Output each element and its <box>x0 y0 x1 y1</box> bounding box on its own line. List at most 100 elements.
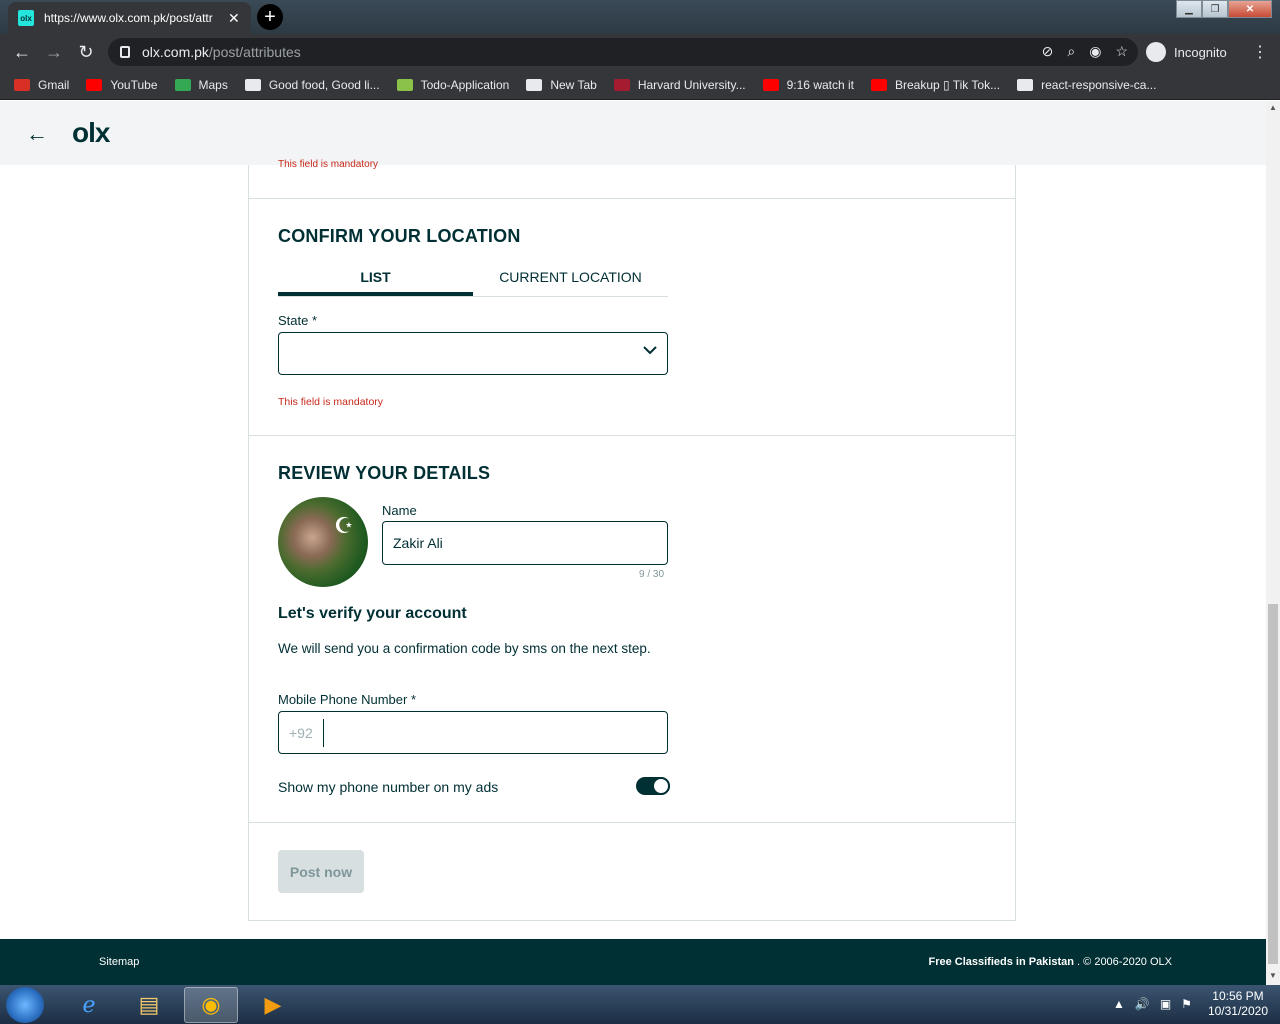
state-select[interactable] <box>278 332 668 375</box>
chrome-icon[interactable]: ◉ <box>184 987 238 1023</box>
phone-prefix: +92 <box>279 718 324 747</box>
globe-icon <box>526 78 543 91</box>
name-input[interactable] <box>382 521 668 565</box>
close-window-button[interactable]: ✕ <box>1228 0 1272 18</box>
show-phone-toggle[interactable] <box>636 777 670 795</box>
bookmark-item[interactable]: Breakup ▯ Tik Tok... <box>871 78 1000 92</box>
eye-off-icon[interactable]: ◉ <box>1089 43 1101 60</box>
location-tabs: LIST CURRENT LOCATION <box>278 261 668 297</box>
blocked-icon[interactable]: ⊘ <box>1042 43 1054 60</box>
phone-label: Mobile Phone Number * <box>278 692 417 707</box>
media-player-icon[interactable]: ▶ <box>246 987 300 1023</box>
maps-icon <box>174 78 191 91</box>
bookmark-label: Breakup ▯ Tik Tok... <box>895 77 1001 92</box>
browser-tab[interactable]: olx https://www.olx.com.pk/post/attr ✕ <box>8 2 251 34</box>
internet-explorer-icon[interactable]: ℯ <box>62 987 116 1023</box>
url-host: olx.com.pk <box>142 44 209 60</box>
network-icon[interactable]: ▣ <box>1160 997 1171 1011</box>
reload-icon[interactable]: ↻ <box>70 42 102 63</box>
previous-field-error: This field is mandatory <box>278 159 379 170</box>
bookmark-label: Todo-Application <box>420 77 510 92</box>
state-error: This field is mandatory <box>278 396 384 408</box>
bookmark-item[interactable]: New Tab <box>526 77 597 92</box>
scroll-thumb[interactable] <box>1268 604 1278 964</box>
state-label: State * <box>278 313 318 328</box>
phone-input[interactable] <box>327 712 667 753</box>
chevron-down-icon <box>643 346 657 355</box>
olx-logo[interactable]: olx <box>72 117 110 149</box>
section-divider <box>249 198 1015 199</box>
bookmark-item[interactable]: Gmail <box>14 78 69 92</box>
clock-date: 10/31/2020 <box>1207 1004 1268 1018</box>
bookmark-label: New Tab <box>550 77 597 92</box>
forward-icon[interactable]: → <box>38 42 70 63</box>
crescent-icon: ☪ <box>334 513 354 538</box>
action-center-icon[interactable]: ⚑ <box>1181 997 1192 1011</box>
url-path: /post/attributes <box>208 44 301 60</box>
tab-current-location[interactable]: CURRENT LOCATION <box>473 261 668 296</box>
bookmark-label: Harvard University... <box>637 77 746 92</box>
avatar[interactable]: ☪ <box>278 497 368 587</box>
scroll-down-icon[interactable]: ▼ <box>1269 971 1277 980</box>
toggle-knob <box>652 777 670 795</box>
tray-expand-icon[interactable]: ▲ <box>1113 997 1125 1011</box>
bookmark-label: YouTube <box>110 77 158 92</box>
section-divider <box>249 435 1015 436</box>
incognito-label: Incognito <box>1174 44 1227 60</box>
bookmark-item[interactable]: Good food, Good li... <box>244 78 380 92</box>
youtube-icon <box>871 78 887 91</box>
olx-favicon-icon: olx <box>18 10 34 26</box>
bookmarks-bar: Gmail YouTube Maps Good food, Good li... Tod… <box>0 70 1280 100</box>
restore-button[interactable]: ❐ <box>1202 0 1228 18</box>
bookmark-label: Gmail <box>38 77 70 92</box>
menu-icon[interactable]: ⋮ <box>1252 42 1268 62</box>
clock-time: 10:56 PM <box>1212 989 1264 1003</box>
copyright-text: . © 2006-2020 OLX <box>1077 956 1172 968</box>
tab-list[interactable]: LIST <box>278 261 473 296</box>
show-phone-label: Show my phone number on my ads <box>278 779 499 795</box>
bookmark-item[interactable]: YouTube <box>86 77 158 92</box>
phone-field[interactable]: +92 <box>278 711 668 754</box>
bookmark-star-icon[interactable]: ☆ <box>1115 43 1128 60</box>
browser-titlebar: olx https://www.olx.com.pk/post/attr ✕ +… <box>0 0 1280 34</box>
system-tray: ▲ 🔊 ▣ ⚑ 10:56 PM 10/31/2020 <box>1113 989 1268 1019</box>
tagline: Free Classifieds in Pakistan <box>928 956 1074 968</box>
tab-title: https://www.olx.com.pk/post/attr <box>44 11 213 25</box>
globe-icon <box>244 78 261 91</box>
verify-text: We will send you a confirmation code by … <box>278 641 651 656</box>
post-form-card: This field is mandatory CONFIRM YOUR LOC… <box>248 159 1016 921</box>
address-bar[interactable]: olx.com.pk/post/attributes ⊘ ⌕ ◉ ☆ <box>108 38 1138 66</box>
bookmark-item[interactable]: 9:16 watch it <box>762 78 854 92</box>
scroll-up-icon[interactable]: ▲ <box>1269 103 1277 112</box>
todo-icon <box>396 78 413 91</box>
back-arrow-icon[interactable]: ← <box>26 121 48 147</box>
clock[interactable]: 10:56 PM 10/31/2020 <box>1208 989 1268 1019</box>
zoom-icon[interactable]: ⌕ <box>1067 43 1075 60</box>
bookmark-item[interactable]: Harvard University... <box>613 77 746 92</box>
incognito-indicator[interactable]: Incognito <box>1146 40 1227 64</box>
bookmark-item[interactable]: Maps <box>174 77 228 92</box>
bookmark-label: react-responsive-ca... <box>1041 77 1157 92</box>
post-now-button[interactable]: Post now <box>278 850 364 893</box>
volume-icon[interactable]: 🔊 <box>1135 997 1150 1011</box>
youtube-icon <box>762 78 779 91</box>
location-section-title: CONFIRM YOUR LOCATION <box>278 226 521 246</box>
start-button[interactable] <box>6 987 44 1023</box>
lock-icon <box>120 46 130 58</box>
bookmark-item[interactable]: Todo-Application <box>396 77 510 92</box>
review-section-title: REVIEW YOUR DETAILS <box>278 463 491 483</box>
incognito-icon <box>1146 42 1166 62</box>
bookmark-label: Maps <box>198 77 228 92</box>
back-icon[interactable]: ← <box>6 42 38 63</box>
file-explorer-icon[interactable]: ▤ <box>122 987 176 1023</box>
page-scrollbar[interactable]: ▲ ▼ <box>1266 101 1280 985</box>
youtube-icon <box>86 78 103 91</box>
bookmark-item[interactable]: react-responsive-ca... <box>1017 78 1156 92</box>
windows-taskbar: ℯ ▤ ◉ ▶ ▲ 🔊 ▣ ⚑ 10:56 PM 10/31/2020 <box>0 985 1280 1024</box>
minimize-button[interactable]: ▁ <box>1176 0 1202 18</box>
close-tab-icon[interactable]: ✕ <box>228 10 240 27</box>
new-tab-button[interactable]: + <box>257 4 283 30</box>
name-label: Name <box>382 503 417 518</box>
section-divider <box>249 822 1015 823</box>
sitemap-link[interactable]: Sitemap <box>99 956 139 968</box>
